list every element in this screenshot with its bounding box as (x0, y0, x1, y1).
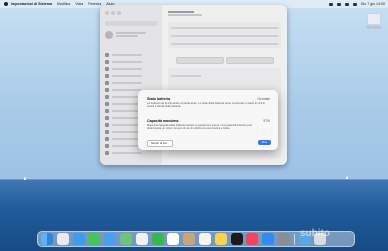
watermark: subito (300, 228, 330, 239)
item-label-placeholder (112, 68, 142, 70)
menu-vista[interactable]: Vista (75, 2, 83, 6)
search-icon[interactable] (344, 2, 349, 6)
avatar (105, 31, 113, 39)
status-area: Gio 7 giu 14:00 (325, 2, 385, 6)
item-label-placeholder (112, 82, 142, 84)
wifi-icon[interactable] (336, 2, 341, 6)
window-controls (105, 11, 123, 15)
sidebar-item[interactable] (105, 116, 142, 120)
settings-row-placeholder[interactable] (171, 35, 278, 37)
battery-health-title: Stato batteria (147, 97, 170, 101)
menu-modifica[interactable]: Modifica (57, 2, 70, 6)
sidebar-search[interactable] (105, 21, 157, 26)
item-icon (105, 60, 109, 64)
pane-title-placeholder (168, 11, 194, 13)
battery-icon[interactable] (328, 2, 333, 6)
close-button[interactable] (105, 11, 109, 15)
battery-health-dialog: Stato batteria Normale La batteria sta f… (138, 90, 278, 150)
maps-icon[interactable] (119, 233, 132, 245)
sidebar-item[interactable] (105, 109, 142, 113)
item-label-placeholder (112, 152, 142, 154)
minimize-button[interactable] (111, 11, 115, 15)
sidebar-item[interactable] (105, 123, 142, 127)
learn-more-button[interactable]: Scopri di più... (147, 140, 173, 147)
mail-icon[interactable] (104, 233, 117, 245)
item-icon (105, 102, 109, 106)
sailboat-icon (24, 176, 26, 180)
sidebar-item[interactable] (105, 60, 142, 64)
safari-icon[interactable] (72, 233, 85, 245)
reminders-icon[interactable] (198, 233, 211, 245)
item-icon (105, 95, 109, 99)
item-icon (105, 123, 109, 127)
apple-logo-icon[interactable] (4, 2, 8, 6)
battery-health-value: Normale (257, 97, 270, 101)
max-capacity-value: 97% (263, 119, 270, 123)
menu-app-name[interactable]: Impostazioni di Sistema (11, 2, 52, 6)
control-center-icon[interactable] (352, 2, 357, 6)
item-icon (105, 144, 109, 148)
sidebar-item[interactable] (105, 151, 142, 155)
item-label-placeholder (112, 89, 142, 91)
sidebar-item[interactable] (105, 137, 142, 141)
launchpad-icon[interactable] (56, 233, 69, 245)
item-label-placeholder (112, 54, 142, 56)
max-capacity-description: Misura la capacità della batteria rispet… (147, 124, 252, 131)
messages-icon[interactable] (88, 233, 101, 245)
desktop-file-label: Screenshot (366, 25, 382, 29)
sidebar-item[interactable] (105, 81, 142, 85)
pane-header (168, 11, 202, 16)
segment-right[interactable] (226, 57, 274, 64)
photos-icon[interactable] (135, 233, 148, 245)
done-button[interactable]: Fine (258, 140, 271, 145)
screenshot-file-icon (367, 13, 381, 25)
calendar-icon[interactable] (167, 233, 180, 245)
sidebar-item[interactable] (105, 144, 142, 148)
sidebar-item[interactable] (105, 67, 142, 71)
contacts-icon[interactable] (183, 233, 196, 245)
music-icon[interactable] (246, 233, 259, 245)
sidebar-item[interactable] (105, 53, 142, 57)
zoom-button[interactable] (117, 11, 121, 15)
sidebar-item[interactable] (105, 95, 142, 99)
desktop-file[interactable]: Screenshot (365, 13, 383, 29)
item-icon (105, 137, 109, 141)
settings-row-placeholder[interactable] (171, 27, 278, 29)
notes-icon[interactable] (214, 233, 227, 245)
max-capacity-title: Capacità massima (147, 119, 179, 123)
sidebar-item[interactable] (105, 102, 142, 106)
battery-health-description: La batteria sta funzionando correttament… (147, 102, 265, 109)
settings-row-placeholder[interactable] (171, 43, 278, 45)
item-icon (105, 109, 109, 113)
pane-subtitle-placeholder (168, 14, 202, 16)
item-icon (105, 81, 109, 85)
account-name-placeholder (116, 32, 146, 34)
facetime-icon[interactable] (151, 233, 164, 245)
sidebar-item[interactable] (105, 88, 142, 92)
item-label-placeholder (112, 75, 142, 77)
tv-icon[interactable] (230, 233, 243, 245)
item-icon (105, 151, 109, 155)
item-icon (105, 88, 109, 92)
segment-left[interactable] (176, 57, 224, 64)
sidebar-account[interactable] (105, 31, 146, 39)
dock-separator (293, 233, 295, 245)
item-icon (105, 130, 109, 134)
sidebar-item-selected[interactable] (105, 74, 142, 78)
item-icon (105, 67, 109, 71)
item-label-placeholder (112, 61, 142, 63)
menu-clock[interactable]: Gio 7 giu 14:00 (361, 2, 385, 6)
item-icon (105, 74, 109, 78)
system-settings-icon[interactable] (277, 233, 290, 245)
sailboat-icon (346, 175, 348, 179)
account-subtitle-placeholder (116, 35, 138, 37)
item-icon (105, 53, 109, 57)
item-icon (105, 116, 109, 120)
app-store-icon[interactable] (262, 233, 275, 245)
chart-line-placeholder (171, 75, 201, 77)
finder-icon[interactable] (41, 233, 53, 245)
sidebar-item[interactable] (105, 130, 142, 134)
